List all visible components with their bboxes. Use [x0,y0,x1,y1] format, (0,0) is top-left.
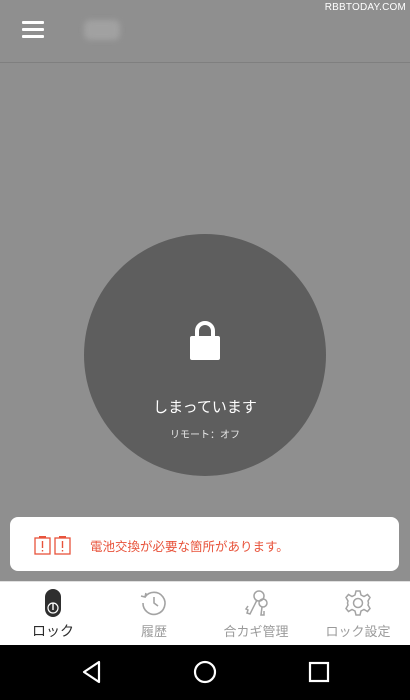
remote-status: リモート：オフ [170,430,240,441]
system-nav-bar [0,645,410,700]
tab-label: ロック設定 [325,625,391,640]
gear-icon [345,590,371,616]
alert-message: 電池交換が必要な箇所があります。 [90,539,289,554]
blurred-title [84,20,120,40]
tab-label: ロック [32,624,74,640]
tab-bar: ロック 履歴 合カギ管理 ロック設定 [0,581,410,646]
padlock-icon [190,321,220,360]
back-icon[interactable] [79,659,105,685]
history-icon [140,591,166,616]
tab-settings[interactable]: ロック設定 [307,582,409,646]
tab-lock[interactable]: ロック [2,582,104,646]
recents-icon[interactable] [306,659,332,685]
menu-icon[interactable] [22,20,44,38]
tab-label: 合カギ管理 [223,625,289,640]
keys-icon [244,590,268,616]
tab-history[interactable]: 履歴 [103,582,205,646]
home-icon[interactable] [192,659,218,685]
lock-toggle-button[interactable]: しまっています リモート：オフ [84,234,326,476]
battery-alert[interactable]: 電池交換が必要な箇所があります。 [10,517,399,571]
tab-keys[interactable]: 合カギ管理 [205,582,307,646]
watermark: RBBTODAY.COM [324,2,406,13]
battery-warning-icon [34,536,71,555]
lock-device-icon [45,589,61,617]
tab-label: 履歴 [140,625,167,640]
lock-status: しまっています [153,398,257,416]
